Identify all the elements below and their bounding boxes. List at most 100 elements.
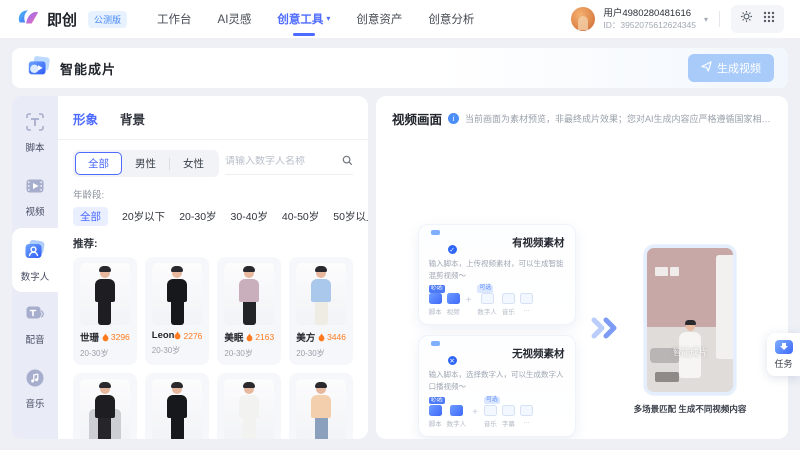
chevron-down-icon xyxy=(326,15,330,23)
avatar-card[interactable]: Leon 2276 20-30岁 xyxy=(145,257,210,365)
age-filter-30-40[interactable]: 30-40岁 xyxy=(231,209,268,224)
avatar-card[interactable]: 美方 3446 20-30岁 xyxy=(289,257,353,365)
rail-item-label: 音乐 xyxy=(25,396,44,410)
flame-icon xyxy=(246,333,253,342)
required-badge: 必选 xyxy=(429,285,445,293)
avatar-card[interactable]: 才吉 2322 xyxy=(145,373,210,439)
page-title: 智能成片 xyxy=(60,59,116,78)
rail-item-label: 数字人 xyxy=(21,269,50,283)
avatar-image xyxy=(152,263,203,325)
tab-background[interactable]: 背景 xyxy=(120,109,145,128)
avatar-image xyxy=(296,379,346,439)
avatar-card[interactable]: 宁烟 2903 xyxy=(289,373,353,439)
avatar-image xyxy=(224,379,274,439)
nav-item-ai-inspiration[interactable]: AI灵感 xyxy=(218,0,252,38)
jichuang-logo-icon xyxy=(16,7,40,32)
optional-group: 可选 音乐 字幕 … xyxy=(484,398,533,428)
brand[interactable]: 即创 公测版 xyxy=(16,7,127,32)
avatar-age: 20-30岁 xyxy=(296,348,346,359)
optional-badge: 可选 xyxy=(484,397,500,405)
required-group: 必选 脚本 视频 xyxy=(429,286,460,316)
chevron-down-icon[interactable] xyxy=(704,15,708,24)
user-avatar[interactable] xyxy=(571,7,595,31)
gender-filter-male[interactable]: 男性 xyxy=(122,152,169,175)
age-range-label: 年龄段: xyxy=(73,187,353,201)
avatar-age: 20-30岁 xyxy=(152,345,203,356)
rail-item-voiceover[interactable]: 配音 xyxy=(12,292,58,356)
gender-filter-female[interactable]: 女性 xyxy=(170,152,217,175)
result-preview: 智能成片 多场景匹配 生成不同视频内容 xyxy=(634,245,747,415)
video-folder-cross-icon: ✕ xyxy=(429,344,454,363)
send-icon xyxy=(701,61,712,75)
avatar-image xyxy=(80,263,130,325)
avatar-card[interactable]: 世珊 3296 20-30岁 xyxy=(73,257,137,365)
digital-human-mini-icon xyxy=(481,293,494,304)
nav-item-creative-tools[interactable]: 创意工具 xyxy=(277,0,330,38)
rail-item-music[interactable]: 音乐 xyxy=(12,356,58,420)
required-group: 必选 脚本 数字人 xyxy=(429,398,467,428)
top-nav-bar: 即创 公测版 工作台 AI灵感 创意工具 创意资产 创意分析 用户4980280… xyxy=(0,0,800,38)
avatar-image xyxy=(224,263,274,325)
age-filter-over-50[interactable]: 50岁以上 xyxy=(333,209,368,224)
age-filter-40-50[interactable]: 40-50岁 xyxy=(282,209,319,224)
age-filter-under-20[interactable]: 20岁以下 xyxy=(122,209,165,224)
task-float-button[interactable]: 任务 xyxy=(767,333,800,376)
avatar-name: Leon xyxy=(152,330,175,341)
nav-item-creative-analytics[interactable]: 创意分析 xyxy=(428,0,474,38)
generate-video-button[interactable]: 生成视频 xyxy=(688,54,774,82)
filter-row: 全部 男性 女性 xyxy=(73,150,353,177)
workflow-diagram: ✓ 有视频素材 输入脚本，上传视频素材，可以生成智能混剪视频～ 必选 脚本 视频… xyxy=(392,224,772,437)
flame-icon xyxy=(102,333,109,342)
avatar-card[interactable]: 世菲 7304 xyxy=(73,373,137,439)
rail-item-script[interactable]: 脚本 xyxy=(12,100,58,164)
avatar-name: 美方 xyxy=(296,330,318,344)
with-footage-desc: 输入脚本，上传视频素材，可以生成智能混剪视频～ xyxy=(429,258,565,281)
recommend-label: 推荐: xyxy=(73,236,353,251)
user-info[interactable]: 用户4980280481616 ID：3952075612624345 xyxy=(603,8,696,30)
apps-grid-icon[interactable] xyxy=(763,10,775,28)
search-input[interactable] xyxy=(225,156,338,167)
digital-human-library-panel: 形象 背景 全部 男性 女性 年龄段: 全部 20岁以下 xyxy=(58,96,368,439)
required-badge: 必选 xyxy=(429,397,445,405)
settings-gear-icon[interactable] xyxy=(740,10,753,28)
video-preview-panel: 视频画面 i 当前画面为素材预览，非最终成片效果；您对AI生成内容应严格遵循国家… xyxy=(376,96,788,439)
music-mini-icon xyxy=(484,405,497,416)
preview-header: 视频画面 i 当前画面为素材预览，非最终成片效果；您对AI生成内容应严格遵循国家… xyxy=(392,109,772,128)
user-id: ID：3952075612624345 xyxy=(603,20,696,30)
hot-count: 3296 xyxy=(102,332,130,342)
flame-icon xyxy=(174,331,181,340)
video-folder-check-icon: ✓ xyxy=(429,233,454,252)
rail-item-video[interactable]: 视频 xyxy=(12,164,58,228)
tab-appearance[interactable]: 形象 xyxy=(73,109,98,128)
video-preview-thumbnail: 智能成片 xyxy=(644,245,736,395)
divider xyxy=(719,11,720,27)
preview-title: 视频画面 xyxy=(392,109,442,128)
avatar-name: 美眠 xyxy=(224,330,246,344)
music-mini-icon xyxy=(502,293,515,304)
rail-item-label: 脚本 xyxy=(25,140,44,154)
rail-item-digital-human[interactable]: 数字人 xyxy=(12,228,58,292)
beta-badge: 公测版 xyxy=(88,11,127,28)
script-icon xyxy=(24,111,46,136)
subtitle-mini-icon xyxy=(502,405,515,416)
page-banner: 智能成片 生成视频 xyxy=(12,48,788,88)
avatar-card[interactable]: 美眠 2163 20-30岁 xyxy=(217,257,281,365)
search-icon[interactable] xyxy=(342,153,353,171)
age-filter-20-30[interactable]: 20-30岁 xyxy=(179,209,216,224)
digital-human-mini-icon xyxy=(450,405,463,416)
script-mini-icon xyxy=(429,405,442,416)
hot-count: 3446 xyxy=(318,332,346,342)
nav-item-label: 创意工具 xyxy=(277,11,323,27)
optional-badge: 可选 xyxy=(477,285,493,293)
gender-filter-all[interactable]: 全部 xyxy=(75,152,122,175)
task-download-icon xyxy=(775,340,793,354)
voiceover-icon xyxy=(24,303,46,328)
age-filter-all[interactable]: 全部 xyxy=(73,207,108,226)
nav-item-workbench[interactable]: 工作台 xyxy=(157,0,192,38)
video-mini-icon xyxy=(447,293,460,304)
avatar-card[interactable]: 美蔓 4475 xyxy=(217,373,281,439)
nav-item-creative-assets[interactable]: 创意资产 xyxy=(356,0,402,38)
video-icon xyxy=(24,175,46,200)
divider xyxy=(58,139,368,140)
music-icon xyxy=(24,367,46,392)
